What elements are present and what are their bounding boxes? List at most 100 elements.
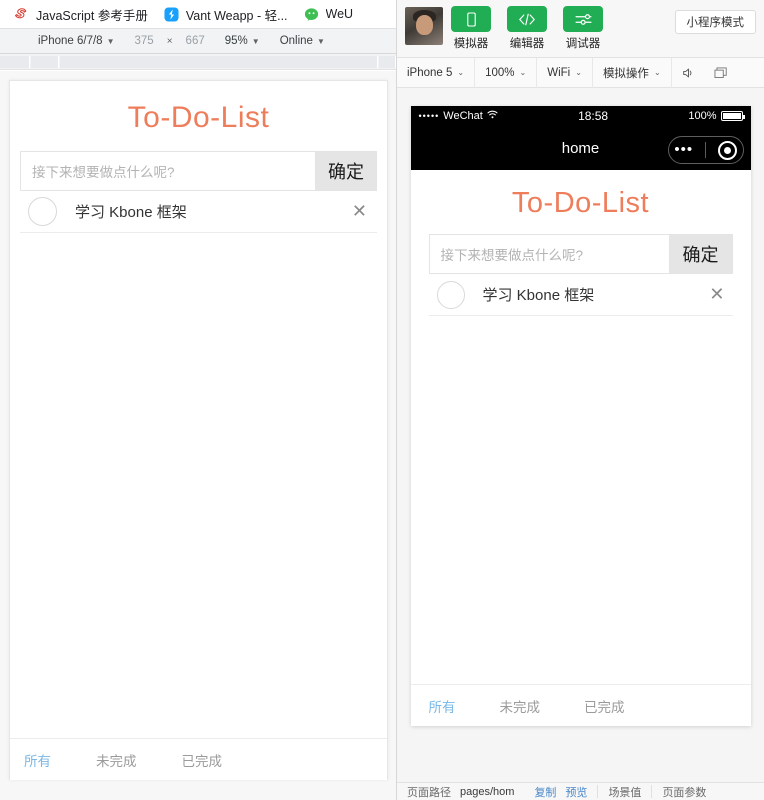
todo-list-item[interactable]: 学习 Kbone 框架 ✕: [20, 191, 377, 233]
mini-program-mode-button[interactable]: 小程序模式: [674, 10, 756, 34]
todo-input[interactable]: 接下来想要做点什么呢?: [428, 234, 669, 274]
wechat-devtools-window: 模拟器 编辑器 调试器 小程序模式 iPhone 5 ⌄ 100% ⌄ WiFi…: [396, 0, 764, 800]
chevron-down-icon: ⌄: [653, 68, 661, 77]
todo-filter-bar: 所有 未完成 已完成: [10, 738, 387, 780]
sim-scale-value: 100%: [485, 66, 515, 79]
phone-nav-bar: home •••: [410, 126, 751, 170]
filter-tab-completed[interactable]: 已完成: [182, 750, 223, 770]
todo-item-text: 学习 Kbone 框架: [482, 287, 595, 304]
browser-tab-label: WeU: [325, 7, 354, 21]
target-icon[interactable]: [717, 140, 737, 160]
page-params-cell[interactable]: 页面参数: [652, 783, 716, 800]
avatar[interactable]: [405, 7, 443, 45]
sim-network-value: WiFi: [547, 66, 571, 79]
page-title: To-Do-List: [511, 187, 650, 219]
editor-button-label: 编辑器: [509, 38, 545, 50]
viewport-area: To-Do-List 接下来想要做点什么呢? 确定 学习 Kbone 框架 ✕: [0, 71, 396, 800]
todo-list-item[interactable]: 学习 Kbone 框架 ✕: [428, 274, 733, 316]
editor-button[interactable]: 编辑器: [499, 4, 555, 51]
todo-input-placeholder: 接下来想要做点什么呢?: [32, 165, 175, 180]
signal-dots-icon: •••••: [418, 111, 440, 121]
todo-checkbox-circle[interactable]: [28, 197, 57, 226]
sim-device-value: iPhone 5: [407, 66, 453, 79]
todo-list-empty-space: [410, 316, 751, 684]
viewport-width-input[interactable]: 375: [125, 35, 164, 47]
page-path-actions: 复制 预览: [524, 783, 597, 800]
device-selector-label: iPhone 6/7/8: [38, 35, 103, 47]
viewport-ruler: [0, 54, 396, 70]
todo-input-row: 接下来想要做点什么呢? 确定: [428, 234, 733, 274]
vant-logo-icon: [164, 6, 179, 22]
filter-tab-all[interactable]: 所有: [24, 750, 51, 770]
viewport-height-input[interactable]: 667: [176, 35, 215, 47]
simulator-subbar: iPhone 5 ⌄ 100% ⌄ WiFi ⌄ 模拟操作 ⌄: [397, 57, 764, 88]
screen: JavaScript 参考手册 Vant Weapp - 轻... WeU iP…: [0, 0, 764, 800]
ruler-cell: [0, 56, 30, 68]
simulator-stage: ••••• WeChat 18:58 100% home ••• To-Do-L…: [397, 88, 764, 753]
todo-input-row: 接下来想要做点什么呢? 确定: [20, 151, 377, 191]
ruler-cell: [379, 56, 396, 68]
preview-button[interactable]: 预览: [565, 784, 587, 800]
sim-volume-button[interactable]: [672, 58, 704, 88]
phone-icon: [451, 6, 491, 32]
page-path-value[interactable]: pages/hom: [460, 786, 514, 798]
todo-app-simulator: To-Do-List 接下来想要做点什么呢? 确定 学习 Kbone 框架 ✕: [410, 170, 751, 726]
todo-checkbox-circle[interactable]: [436, 280, 465, 309]
viewport-width-value: 375: [134, 35, 154, 47]
device-selector[interactable]: iPhone 6/7/8 ▼: [28, 35, 125, 47]
browser-tab-weui[interactable]: WeU: [298, 0, 364, 28]
ruler-cell: [31, 56, 59, 68]
debugger-button[interactable]: 调试器: [555, 4, 611, 51]
sim-window-button[interactable]: [704, 58, 737, 88]
browser-tab-vant[interactable]: Vant Weapp - 轻...: [158, 0, 298, 28]
window-icon: [714, 66, 727, 79]
chevron-down-icon: ▼: [251, 36, 260, 46]
status-time: 18:58: [578, 109, 609, 123]
filter-tab-active[interactable]: 未完成: [500, 696, 541, 716]
device-toolbar: iPhone 6/7/8 ▼ 375 × 667 95% ▼ Online ▼: [0, 28, 396, 54]
phone-frame: ••••• WeChat 18:58 100% home ••• To-Do-L…: [410, 106, 751, 726]
device-viewport: To-Do-List 接下来想要做点什么呢? 确定 学习 Kbone 框架 ✕: [9, 80, 388, 780]
filter-tab-completed[interactable]: 已完成: [584, 696, 625, 716]
viewport-height-value: 667: [185, 35, 205, 47]
close-icon[interactable]: ✕: [709, 284, 724, 305]
more-dots-icon[interactable]: •••: [674, 143, 693, 157]
sim-simulate-action-selector[interactable]: 模拟操作 ⌄: [593, 57, 672, 88]
todo-app-browser: To-Do-List 接下来想要做点什么呢? 确定 学习 Kbone 框架 ✕: [10, 81, 387, 780]
confirm-button[interactable]: 确定: [315, 151, 377, 191]
page-params-label: 页面参数: [662, 786, 707, 799]
scene-value-cell[interactable]: 场景值: [598, 783, 651, 800]
devtools-toolbar: 模拟器 编辑器 调试器 小程序模式: [397, 0, 764, 58]
sencha-logo-icon: [14, 7, 29, 22]
sim-scale-selector[interactable]: 100% ⌄: [475, 57, 538, 88]
browser-tab-javascript[interactable]: JavaScript 参考手册: [8, 0, 158, 28]
browser-window: JavaScript 参考手册 Vant Weapp - 轻... WeU iP…: [0, 0, 396, 800]
simulator-button-label: 模拟器: [453, 38, 489, 50]
zoom-value: 95%: [224, 35, 248, 47]
sliders-icon: [563, 6, 603, 32]
chevron-down-icon: ⌄: [457, 68, 465, 77]
todo-input[interactable]: 接下来想要做点什么呢?: [20, 151, 315, 191]
confirm-button[interactable]: 确定: [668, 234, 733, 274]
browser-tab-strip: JavaScript 参考手册 Vant Weapp - 轻... WeU: [0, 0, 396, 28]
sim-device-selector[interactable]: iPhone 5 ⌄: [397, 57, 476, 88]
battery-icon: [720, 111, 745, 121]
copy-button[interactable]: 复制: [534, 784, 556, 800]
close-icon[interactable]: ✕: [352, 201, 367, 222]
chevron-down-icon: ▼: [106, 36, 115, 46]
simulator-button[interactable]: 模拟器: [443, 4, 499, 51]
filter-tab-active[interactable]: 未完成: [96, 750, 137, 770]
browser-tab-label: Vant Weapp - 轻...: [185, 8, 288, 23]
filter-tab-all[interactable]: 所有: [429, 696, 456, 716]
page-title: To-Do-List: [127, 101, 270, 134]
chevron-down-icon: ⌄: [519, 68, 527, 77]
times-icon: ×: [166, 35, 173, 47]
debugger-button-label: 调试器: [565, 38, 601, 50]
zoom-selector[interactable]: 95% ▼: [215, 35, 270, 47]
page-path-label: 页面路径: [407, 786, 451, 799]
status-battery-group: 100%: [688, 110, 745, 122]
capsule-menu[interactable]: •••: [667, 136, 744, 164]
throttling-selector[interactable]: Online ▼: [270, 35, 335, 47]
sim-network-selector[interactable]: WiFi ⌄: [537, 57, 593, 88]
todo-filter-bar: 所有 未完成 已完成: [410, 684, 751, 726]
